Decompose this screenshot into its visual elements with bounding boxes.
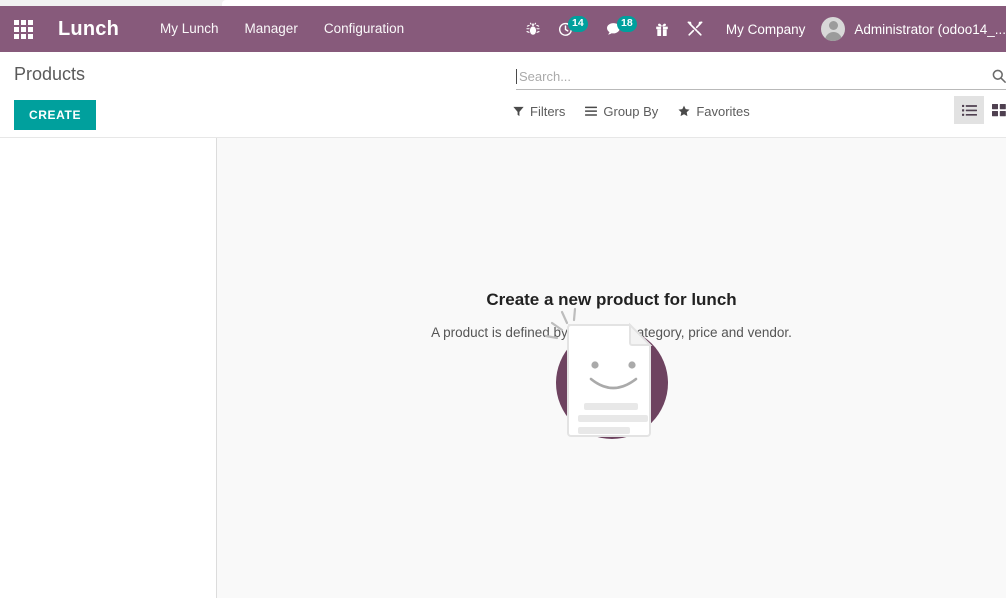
page-title: Products [14, 64, 86, 84]
menu-manager[interactable]: Manager [232, 6, 311, 52]
tools-icon[interactable] [678, 6, 712, 52]
company-switcher[interactable]: My Company [712, 22, 818, 37]
search-icon[interactable] [992, 69, 1006, 88]
search-options: Filters Group By Favorites [513, 100, 770, 122]
view-switcher [954, 96, 1006, 124]
user-menu[interactable]: Administrator (odoo14_... [817, 17, 1006, 41]
content-area: Create a new product for lunch A product… [0, 138, 1006, 598]
gift-icon[interactable] [646, 6, 678, 52]
user-menu-label: Administrator (odoo14_... [854, 21, 1006, 37]
favorites-label: Favorites [696, 103, 750, 119]
left-sidebar-panel [0, 138, 217, 598]
kanban-icon [992, 103, 1006, 116]
list-icon [961, 104, 977, 116]
apps-grid-icon [13, 19, 33, 39]
bars-icon [585, 106, 598, 117]
control-panel: Products CREATE Filters [0, 52, 1006, 138]
activities-menu[interactable]: 14 [549, 6, 597, 52]
messages-badge: 18 [616, 16, 637, 32]
menu-configuration[interactable]: Configuration [311, 6, 417, 52]
group-by-button[interactable]: Group By [585, 104, 658, 119]
star-icon [678, 105, 690, 117]
view-switch-list[interactable] [954, 96, 984, 124]
empty-state: Create a new product for lunch A product… [217, 290, 1006, 439]
main-view-panel: Create a new product for lunch A product… [217, 138, 1006, 598]
menu-my-lunch[interactable]: My Lunch [147, 6, 232, 52]
filters-label: Filters [530, 103, 566, 119]
favorites-button[interactable]: Favorites [678, 103, 750, 119]
create-button[interactable]: CREATE [14, 100, 97, 130]
search-text-caret [516, 69, 517, 84]
activities-badge: 14 [567, 16, 588, 32]
app-brand-lunch[interactable]: Lunch [46, 18, 129, 41]
avatar [821, 17, 846, 41]
view-switch-kanban[interactable] [984, 96, 1006, 124]
apps-menu-button[interactable] [0, 6, 46, 52]
search-input[interactable] [519, 69, 959, 84]
search-view[interactable] [516, 64, 1006, 90]
group-by-label: Group By [603, 103, 659, 119]
navbar-menu: My Lunch Manager Configuration [147, 6, 417, 52]
filter-icon [513, 106, 524, 117]
odoo-lunch-app: Lunch My Lunch Manager Configuration 14 … [0, 0, 1006, 598]
messages-menu[interactable]: 18 [597, 6, 646, 52]
top-navbar: Lunch My Lunch Manager Configuration 14 … [0, 6, 1006, 52]
smiling-document-illustration [542, 303, 682, 443]
filters-button[interactable]: Filters [513, 104, 565, 119]
navbar-systray: 14 18 My Company Administrator (odoo14_.… [517, 6, 1006, 52]
bug-icon[interactable] [517, 6, 549, 52]
